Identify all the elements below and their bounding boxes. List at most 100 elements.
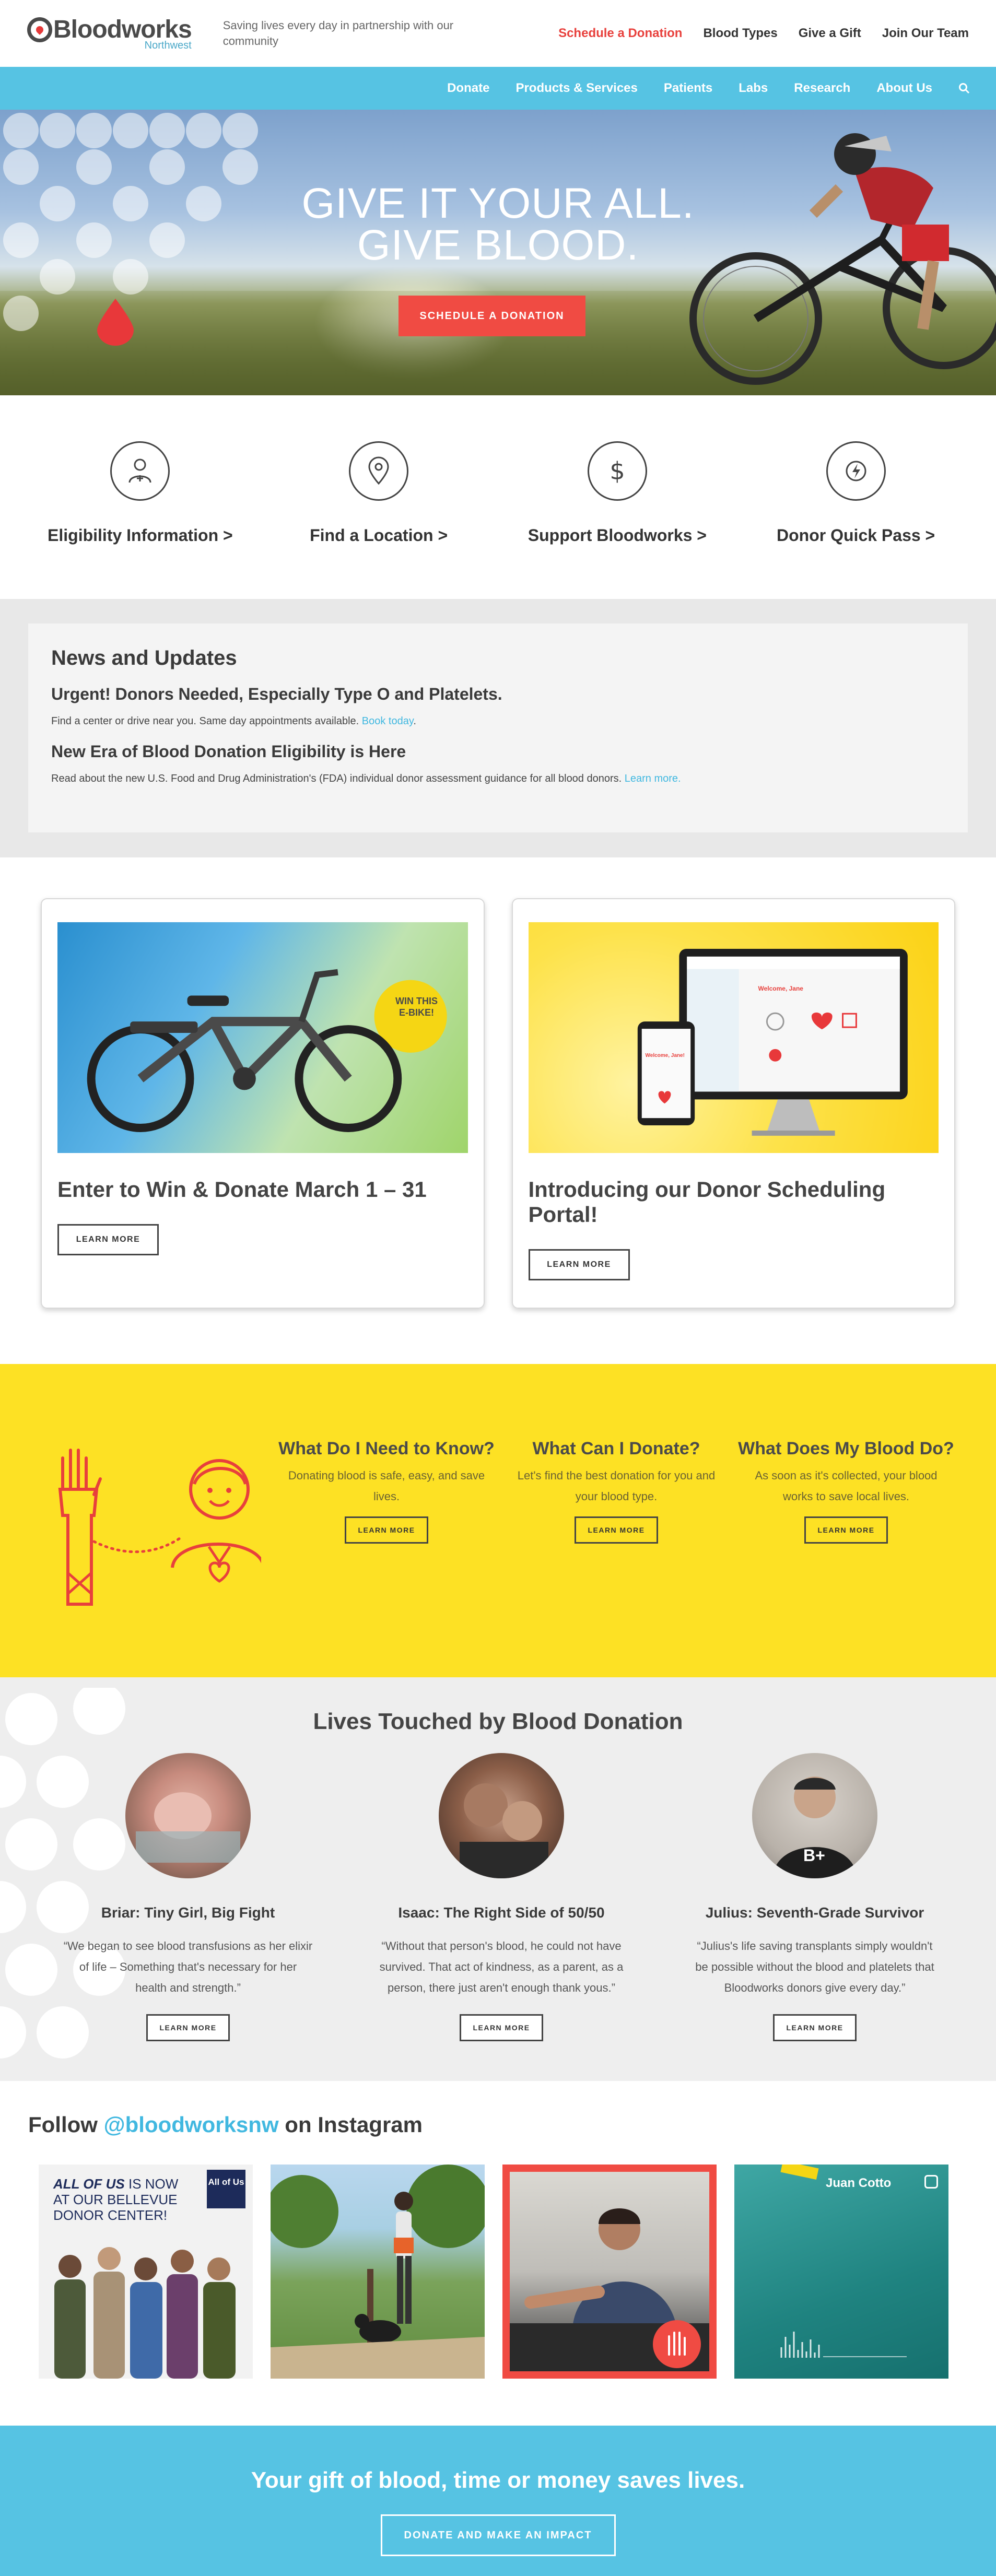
lives-section: Lives Touched by Blood Donation Briar: T… — [0, 1677, 996, 2081]
info-column: What Can I Donate? Let's find the best d… — [501, 1439, 731, 1544]
news-body-text: Find a center or drive near you. Same da… — [51, 715, 359, 727]
baby-photo-shapes — [136, 1792, 240, 1863]
info-column-body: As soon as it's collected, your blood wo… — [755, 1469, 938, 1503]
learn-more-button[interactable]: LEARN MORE — [773, 2014, 857, 2041]
hero-banner: GIVE IT YOUR ALL. GIVE BLOOD. SCHEDULE A… — [0, 110, 996, 395]
top-link-join-team[interactable]: Join Our Team — [882, 26, 969, 41]
top-link-give-gift[interactable]: Give a Gift — [799, 26, 861, 41]
family-photo-shapes — [460, 1783, 548, 1878]
story-quote: “We began to see blood transfusions as h… — [63, 1939, 313, 1994]
donate-impact-button[interactable]: DONATE AND MAKE AN IMPACT — [380, 2514, 616, 2556]
instagram-handle-link[interactable]: @bloodworksnw — [104, 2112, 279, 2137]
top-header: Bloodworks Northwest Saving lives every … — [0, 0, 996, 67]
news-headline: Urgent! Donors Needed, Especially Type O… — [51, 685, 502, 703]
video-post-shapes — [780, 2165, 907, 2358]
nav-donate[interactable]: Donate — [447, 81, 489, 96]
quick-link-label: Support Bloodworks > — [528, 526, 707, 545]
ebike-illustration — [87, 969, 447, 1132]
quick-link-label: Find a Location > — [310, 526, 448, 545]
story-julius: B+ Julius: Seventh-Grade Survivor “Juliu… — [658, 1753, 971, 2041]
win-ebike-badge: WIN THIS E-BIKE! — [395, 996, 438, 1018]
quick-link-find-location[interactable]: Find a Location > — [260, 395, 498, 599]
instagram-title: Follow @bloodworksnw on Instagram — [28, 2112, 968, 2137]
nav-research[interactable]: Research — [794, 81, 850, 96]
instagram-post[interactable] — [271, 2165, 485, 2379]
portal-image: Welcome, Jane Welcome, Jane! — [528, 922, 939, 1153]
group-photo-shapes — [54, 2247, 236, 2379]
story-name: Briar: Tiny Girl, Big Fight — [101, 1904, 275, 1921]
book-today-link[interactable]: Book today — [362, 715, 414, 727]
learn-more-button[interactable]: LEARN MORE — [57, 1224, 159, 1255]
news-title: News and Updates — [51, 646, 237, 669]
quick-link-support[interactable]: $ Support Bloodworks > — [498, 395, 737, 599]
map-pin-icon — [349, 441, 409, 501]
isaac-photo — [439, 1753, 564, 1878]
learn-more-button[interactable]: LEARN MORE — [575, 1516, 658, 1544]
instagram-section: Follow @bloodworksnw on Instagram ALL OF… — [0, 2081, 996, 2426]
instagram-post[interactable] — [502, 2165, 717, 2379]
top-link-blood-types[interactable]: Blood Types — [703, 26, 777, 41]
info-column-title: What Do I Need to Know? — [278, 1439, 495, 1458]
quick-link-quick-pass[interactable]: Donor Quick Pass > — [736, 395, 975, 599]
top-nav: Schedule a Donation Blood Types Give a G… — [558, 26, 969, 41]
info-column-title: What Can I Donate? — [532, 1439, 700, 1458]
news-section: News and Updates Urgent! Donors Needed, … — [0, 599, 996, 857]
hero-line-2: GIVE BLOOD. — [357, 221, 639, 269]
donor-photo — [510, 2172, 709, 2371]
top-link-schedule[interactable]: Schedule a Donation — [558, 26, 682, 41]
learn-more-button[interactable]: LEARN MORE — [804, 1516, 888, 1544]
promo-card-portal: Welcome, Jane Welcome, Jane! Introducing… — [511, 898, 955, 1309]
quick-link-label: Eligibility Information > — [48, 526, 233, 545]
nav-about-us[interactable]: About Us — [876, 81, 932, 96]
info-column: What Do I Need to Know? Donating blood i… — [272, 1439, 501, 1544]
instagram-grid: ALL OF US IS NOW AT OUR BELLEVUE DONOR C… — [28, 2165, 968, 2379]
blood-drop-icon — [97, 299, 134, 346]
logo[interactable]: Bloodworks Northwest — [27, 15, 192, 52]
hand-raise-illustration — [58, 1449, 261, 1606]
news-body-text: Read about the new U.S. Food and Drug Ad… — [51, 773, 622, 784]
post-author-name: Juan Cotto — [826, 2176, 892, 2190]
instagram-post[interactable]: ALL OF US IS NOW AT OUR BELLEVUE DONOR C… — [39, 2165, 253, 2379]
ebike-image: WIN THIS E-BIKE! — [57, 922, 468, 1153]
instagram-post[interactable]: Juan Cotto — [734, 2165, 948, 2379]
story-quote: “Without that person's blood, he could n… — [379, 1939, 624, 1994]
learn-more-button[interactable]: LEARN MORE — [345, 1516, 428, 1544]
donor-photo-shapes — [510, 2208, 709, 2371]
schedule-donation-button[interactable]: SCHEDULE A DONATION — [399, 296, 585, 336]
learn-more-button[interactable]: LEARN MORE — [460, 2014, 543, 2041]
footer-headline: Your gift of blood, time or money saves … — [251, 2467, 745, 2493]
card-title: Enter to Win & Donate March 1 – 31 — [57, 1177, 427, 1202]
briar-photo — [125, 1753, 251, 1878]
portal-screen-title: Welcome, Jane — [758, 985, 803, 992]
nav-products-services[interactable]: Products & Services — [515, 81, 637, 96]
info-section: What Do I Need to Know? Donating blood i… — [0, 1364, 996, 1677]
info-column: What Does My Blood Do? As soon as it's c… — [731, 1439, 961, 1544]
news-headline: New Era of Blood Donation Eligibility is… — [51, 742, 406, 761]
learn-more-button[interactable]: LEARN MORE — [528, 1249, 630, 1280]
quick-link-label: Donor Quick Pass > — [777, 526, 935, 545]
footer-cta: Your gift of blood, time or money saves … — [0, 2426, 996, 2576]
news-body-punct: . — [413, 715, 416, 727]
svg-text:$: $ — [610, 457, 625, 485]
info-column-title: What Does My Blood Do? — [738, 1439, 954, 1458]
news-body: Read about the new U.S. Food and Drug Ad… — [51, 773, 945, 785]
news-body: Find a center or drive near you. Same da… — [51, 715, 945, 727]
news-box: News and Updates Urgent! Donors Needed, … — [28, 624, 968, 832]
hero-line-1: GIVE IT YOUR ALL. — [301, 180, 695, 227]
tagline: Saving lives every day in partnership wi… — [222, 19, 454, 48]
lightning-icon — [826, 441, 886, 501]
promo-cards: WIN THIS E-BIKE! Enter to Win & Donate M… — [0, 857, 996, 1364]
portal-illustration — [637, 948, 908, 1136]
julius-photo: B+ — [752, 1753, 877, 1878]
story-name: Isaac: The Right Side of 50/50 — [398, 1904, 605, 1921]
hero-cyclist-image — [689, 133, 996, 385]
quick-link-eligibility[interactable]: Eligibility Information > — [21, 395, 260, 599]
card-title: Introducing our Donor Scheduling Portal! — [528, 1177, 886, 1227]
learn-more-link[interactable]: Learn more. — [625, 773, 681, 784]
nav-patients[interactable]: Patients — [664, 81, 712, 96]
instagram-prefix: Follow — [28, 2112, 104, 2137]
stories-list: Briar: Tiny Girl, Big Fight “We began to… — [31, 1753, 971, 2041]
learn-more-button[interactable]: LEARN MORE — [146, 2014, 230, 2041]
search-icon[interactable] — [958, 83, 970, 94]
nav-labs[interactable]: Labs — [739, 81, 768, 96]
